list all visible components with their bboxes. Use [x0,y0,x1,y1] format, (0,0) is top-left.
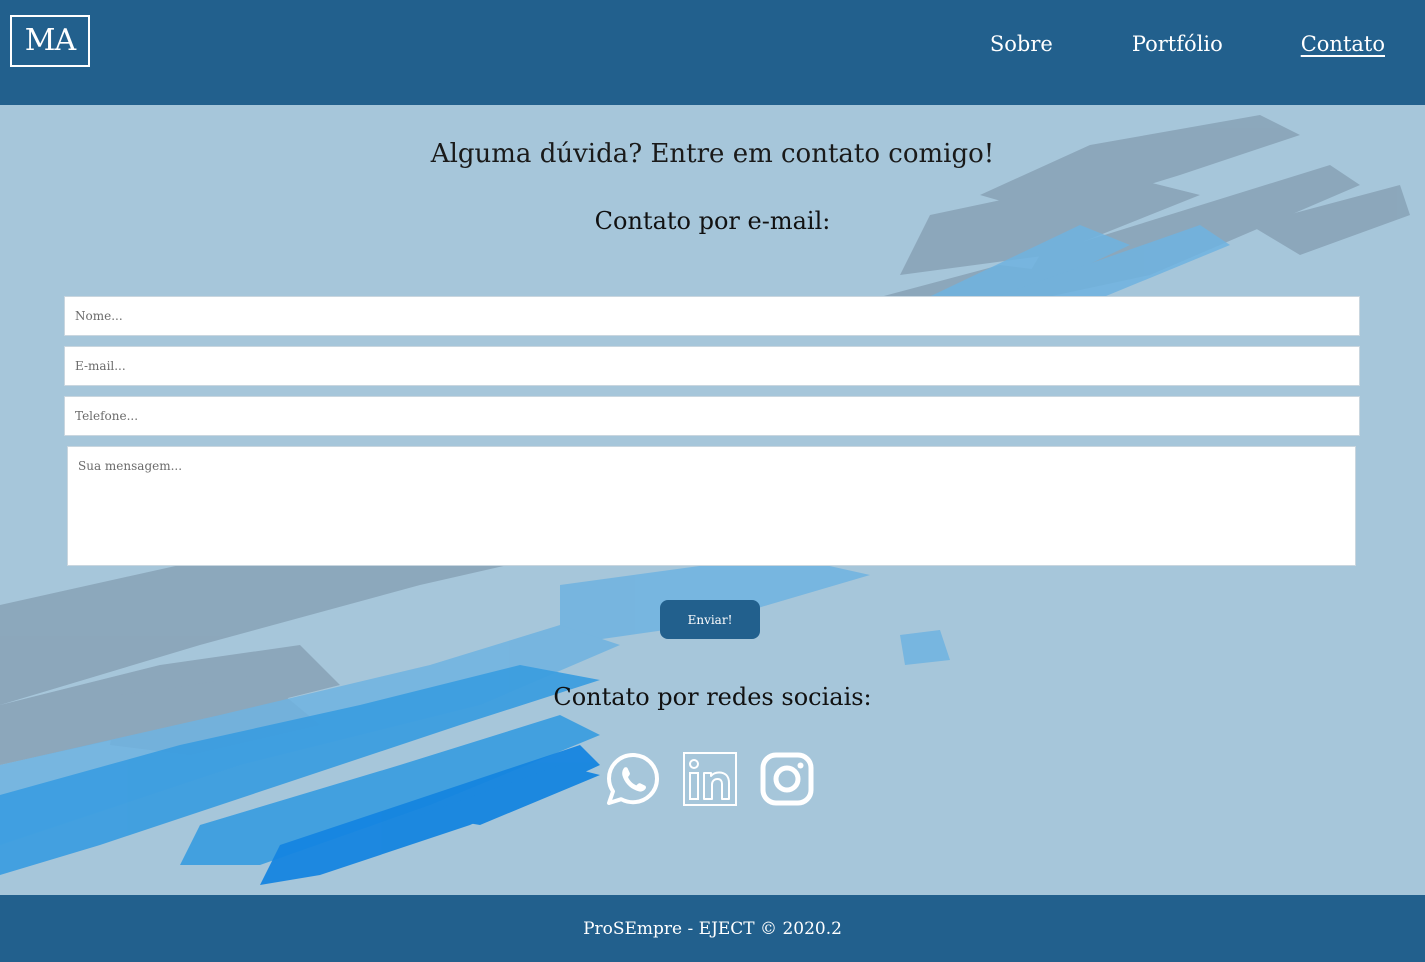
site-footer: ProSEmpre - EJECT © 2020.2 [0,895,1425,962]
nav-link-sobre[interactable]: Sobre [990,32,1053,56]
email-contact-heading: Contato por e-mail: [594,207,831,235]
whatsapp-icon [607,753,659,805]
footer-copyright: ProSEmpre - EJECT © 2020.2 [583,919,842,939]
nav-link-contato[interactable]: Contato [1301,32,1385,56]
contact-section: Alguma dúvida? Entre em contato comigo! … [0,105,1425,895]
message-textarea[interactable] [67,446,1356,566]
linkedin-icon [683,752,737,806]
contact-heading: Alguma dúvida? Entre em contato comigo! [430,139,995,169]
nav-link-portfolio[interactable]: Portfólio [1132,32,1223,56]
phone-input[interactable] [64,396,1360,436]
site-header: MA Sobre Portfólio Contato [0,0,1425,105]
send-button[interactable]: Enviar! [660,600,760,639]
social-contact-heading: Contato por redes sociais: [553,683,872,711]
whatsapp-link[interactable] [605,751,661,807]
email-input[interactable] [64,346,1360,386]
linkedin-link[interactable] [682,751,738,807]
instagram-link[interactable] [759,751,815,807]
logo[interactable]: MA [10,15,90,67]
name-input[interactable] [64,296,1360,336]
instagram-icon [760,752,814,806]
main-nav: Sobre Portfólio Contato [990,32,1385,56]
